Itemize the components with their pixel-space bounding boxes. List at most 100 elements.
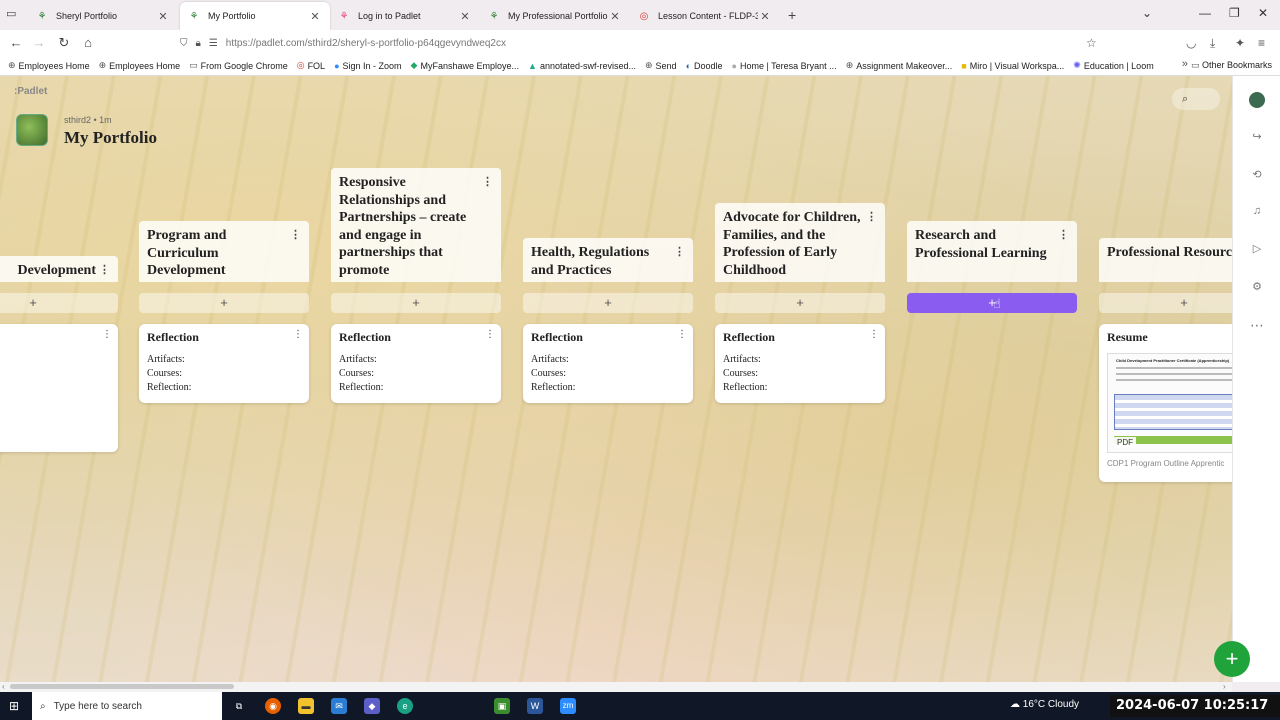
camtasia-icon[interactable]: ▣ <box>494 698 510 714</box>
bookmark-item[interactable]: ⊕ Employees Home <box>99 60 181 71</box>
menu-icon[interactable]: ≡ <box>1258 36 1265 50</box>
add-post-button[interactable]: + <box>139 293 309 313</box>
post-card[interactable]: Reflection ⋮ Artifacts: Courses: Reflect… <box>715 324 885 403</box>
add-post-button[interactable]: + <box>715 293 885 313</box>
close-icon[interactable]: ✕ <box>608 10 622 23</box>
close-icon[interactable]: ✕ <box>758 10 772 23</box>
section-header[interactable]: Program and Curriculum Development ⋮ <box>139 221 309 282</box>
add-post-button[interactable]: + <box>907 293 1077 313</box>
file-explorer-icon[interactable]: ▬ <box>298 698 314 714</box>
section-header[interactable]: Responsive Relationships and Partnership… <box>331 168 501 282</box>
bookmark-item[interactable]: ◎ FOL <box>297 60 325 71</box>
section-header[interactable]: Research and Professional Learning ⋮ <box>907 221 1077 282</box>
scroll-right-icon[interactable]: › <box>1223 682 1226 691</box>
bookmark-item[interactable]: ⊕ Assignment Makeover... <box>846 60 953 71</box>
add-post-button[interactable]: + <box>331 293 501 313</box>
post-menu-icon[interactable]: ⋮ <box>293 329 303 340</box>
user-avatar[interactable] <box>1249 92 1265 108</box>
zoom-app-icon[interactable]: zm <box>560 698 576 714</box>
post-card[interactable]: Resume Child Development Practitioner Ce… <box>1099 324 1232 482</box>
remake-icon[interactable]: ⟲ <box>1233 168 1280 181</box>
add-post-button[interactable]: + <box>0 293 118 313</box>
edge-icon[interactable]: e <box>397 698 413 714</box>
search-button[interactable]: ⌕ <box>1172 88 1220 110</box>
new-tab-button[interactable]: + <box>788 7 796 23</box>
tab-overflow-chevron-icon[interactable]: ⌄ <box>1142 6 1152 20</box>
close-icon[interactable]: ✕ <box>308 10 322 23</box>
post-card[interactable]: Reflection ⋮ Artifacts: Courses: Reflect… <box>331 324 501 403</box>
close-icon[interactable]: ✕ <box>458 10 472 23</box>
bookmark-item[interactable]: ◐ Doodle <box>686 61 723 71</box>
post-menu-icon[interactable]: ⋮ <box>485 329 495 340</box>
bookmark-item[interactable]: ⊕ Employees Home <box>8 60 90 71</box>
gear-icon[interactable]: ⚙ <box>1233 280 1280 293</box>
taskbar-search-input[interactable]: ⌕ Type here to search <box>32 692 222 720</box>
pocket-icon[interactable]: ◡ <box>1186 36 1196 50</box>
mail-icon[interactable]: ✉ <box>331 698 347 714</box>
section-menu-icon[interactable]: ⋮ <box>290 227 301 245</box>
section-header[interactable]: Professional Resources <box>1099 238 1232 282</box>
scrollbar-thumb[interactable] <box>10 684 234 689</box>
more-icon[interactable]: ⋯ <box>1233 317 1280 334</box>
app-icon[interactable]: ◆ <box>364 698 380 714</box>
section-menu-icon[interactable]: ⋮ <box>99 262 110 280</box>
close-icon[interactable]: ✕ <box>156 10 170 23</box>
post-card[interactable]: Reflection ⋮ Artifacts: Courses: Reflect… <box>523 324 693 403</box>
windows-start-icon[interactable]: ⊞ <box>9 699 19 713</box>
post-card[interactable]: on ⋮ <box>0 324 118 452</box>
section-header[interactable]: Advocate for Children, Families, and the… <box>715 203 885 282</box>
post-menu-icon[interactable]: ⋮ <box>677 329 687 340</box>
address-bar[interactable]: ⛉ 🔒︎ ☰ https://padlet.com/sthird2/sheryl… <box>180 33 1100 53</box>
tab-log-in-to-padlet[interactable]: ⚘ Log in to Padlet ✕ <box>330 2 480 30</box>
bookmark-item[interactable]: ◆ MyFanshawe Employe... <box>411 60 519 71</box>
bookmark-item[interactable]: ⊕ Send <box>645 60 677 71</box>
add-post-button[interactable]: + <box>1099 293 1232 313</box>
section-menu-icon[interactable]: ⋮ <box>1058 227 1069 245</box>
share-icon[interactable]: ↪ <box>1233 130 1280 143</box>
other-bookmarks[interactable]: ▭ Other Bookmarks <box>1191 60 1272 71</box>
add-post-button[interactable]: + <box>523 293 693 313</box>
tab-my-portfolio[interactable]: ⚘ My Portfolio ✕ <box>180 2 330 30</box>
post-card[interactable]: Reflection ⋮ Artifacts: Courses: Reflect… <box>139 324 309 403</box>
section-menu-icon[interactable]: ⋮ <box>674 244 685 262</box>
forward-arrow-icon[interactable]: → <box>27 35 51 50</box>
bookmark-item[interactable]: ● Sign In - Zoom <box>334 61 401 71</box>
bookmarks-overflow-icon[interactable]: » <box>1182 58 1188 70</box>
slideshow-icon[interactable]: ▷ <box>1233 242 1280 255</box>
pdf-preview[interactable]: Child Development Practitioner Certifica… <box>1107 353 1232 453</box>
bookmark-item[interactable]: ▭ From Google Chrome <box>189 60 288 71</box>
weather-widget[interactable]: ☁ 16°C Cloudy <box>1010 699 1079 710</box>
window-close-icon[interactable]: ✕ <box>1258 6 1268 20</box>
tab-lesson-content[interactable]: ◎ Lesson Content - FLDP-3027 - ✕ <box>630 2 780 30</box>
word-icon[interactable]: W <box>527 698 543 714</box>
extensions-icon[interactable]: ✦ <box>1235 36 1245 50</box>
post-menu-icon[interactable]: ⋮ <box>869 329 879 340</box>
padlet-logo[interactable]: :Padlet <box>14 86 47 97</box>
download-icon[interactable]: ⤓ <box>1210 36 1215 51</box>
firefox-icon[interactable]: ◉ <box>265 698 281 714</box>
tab-sheryl-portfolio[interactable]: ⚘ Sheryl Portfolio ✕ <box>28 2 178 30</box>
bookmark-item[interactable]: ■ Miro | Visual Workspa... <box>961 61 1064 71</box>
bell-icon[interactable]: ♫ <box>1233 205 1280 217</box>
task-view-icon[interactable]: ⧉ <box>231 698 247 714</box>
bookmark-star-icon[interactable]: ☆ <box>1086 36 1097 50</box>
section-header[interactable]: Health, Regulations and Practices ⋮ <box>523 238 693 282</box>
back-arrow-icon[interactable]: ← <box>4 35 28 50</box>
post-menu-icon[interactable]: ⋮ <box>102 329 112 340</box>
horizontal-scrollbar[interactable]: ‹ › <box>0 682 1232 692</box>
reload-icon[interactable]: ↻ <box>52 35 76 51</box>
section-header[interactable]: Development ⋮ <box>0 256 118 282</box>
tab-list-icon[interactable]: ▭ <box>6 7 16 20</box>
restore-icon[interactable]: ❐ <box>1229 6 1240 20</box>
section-menu-icon[interactable]: ⋮ <box>866 209 877 227</box>
bookmark-item[interactable]: ▲ annotated-swf-revised... <box>528 61 636 71</box>
scroll-left-icon[interactable]: ‹ <box>2 682 5 691</box>
bookmark-item[interactable]: ✺ Education | Loom <box>1073 60 1153 71</box>
add-post-fab[interactable]: + <box>1214 641 1250 677</box>
section-menu-icon[interactable]: ⋮ <box>482 174 493 192</box>
fanshawe-icon: ◆ <box>410 60 418 70</box>
bookmark-item[interactable]: ● Home | Teresa Bryant ... <box>732 61 837 71</box>
tab-my-professional-portfolio[interactable]: ⚘ My Professional Portfolio ✕ <box>480 2 630 30</box>
home-icon[interactable]: ⌂ <box>76 35 100 50</box>
minimize-icon[interactable]: — <box>1199 6 1211 20</box>
